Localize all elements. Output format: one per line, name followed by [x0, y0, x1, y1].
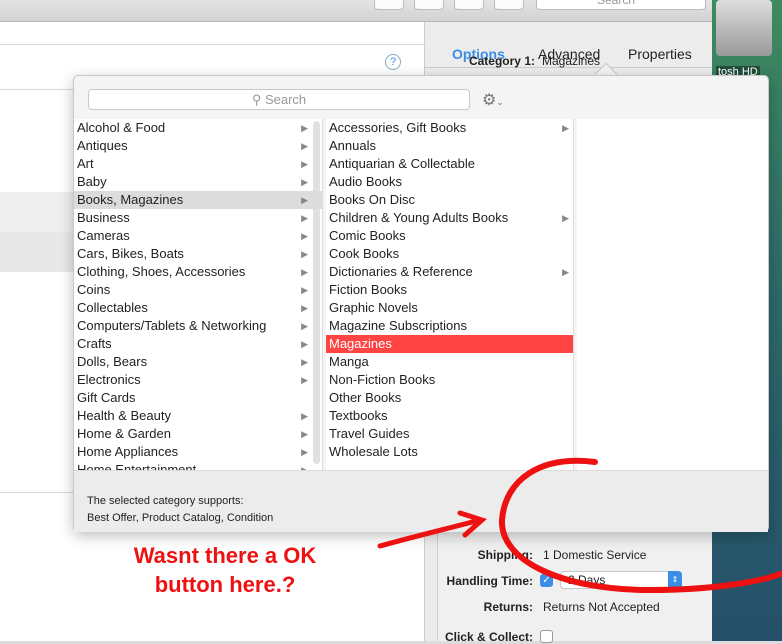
- annotation-scribble: [377, 457, 782, 594]
- annotation-circle: [498, 457, 782, 594]
- annotation-arrow: [377, 510, 487, 549]
